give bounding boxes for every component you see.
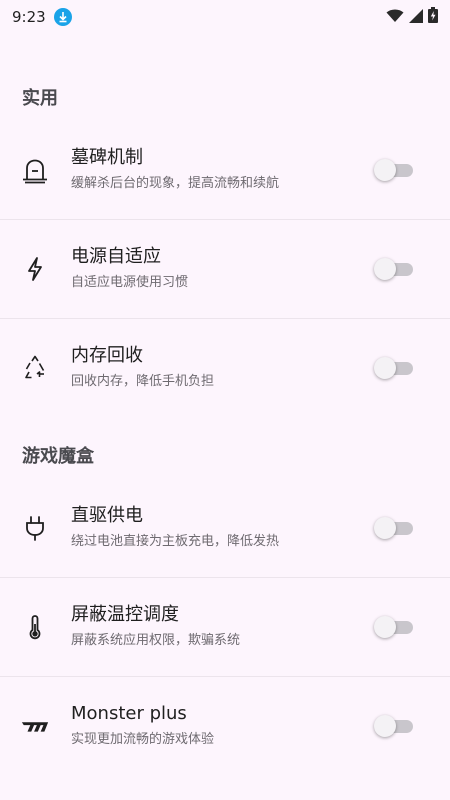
status-time: 9:23 — [12, 8, 46, 26]
tombstone-toggle-switch[interactable] — [373, 158, 415, 182]
switch-thumb — [374, 357, 396, 379]
setting-title: 直驱供电 — [71, 505, 143, 526]
recycle-icon — [20, 353, 50, 383]
thermometer-icon — [20, 612, 50, 642]
setting-texts: 直驱供电 绕过电池直接为主板充电，降低发热 — [71, 504, 279, 552]
setting-row-direct-power[interactable]: 直驱供电 绕过电池直接为主板充电，降低发热 — [0, 479, 450, 577]
setting-title: 屏蔽温控调度 — [71, 604, 179, 625]
screen: 9:23 实用 墓碑机制 缓解杀后台的现象，提高流畅和续航 电源自适应 自适应电… — [0, 0, 450, 800]
status-icons — [386, 7, 438, 27]
lightning-icon — [20, 254, 50, 284]
setting-texts: 屏蔽温控调度 屏蔽系统应用权限，欺骗系统 — [71, 603, 240, 651]
switch-thumb — [374, 258, 396, 280]
setting-subtitle: 屏蔽系统应用权限，欺骗系统 — [71, 633, 241, 648]
setting-row-monster-plus[interactable]: Monster plus 实现更加流畅的游戏体验 — [0, 677, 450, 775]
setting-row-power-adaptive[interactable]: 电源自适应 自适应电源使用习惯 — [0, 220, 450, 318]
thermal-block-toggle-switch[interactable] — [373, 615, 415, 639]
tombstone-icon — [20, 155, 50, 185]
power-plug-icon — [20, 513, 50, 543]
setting-subtitle: 回收内存，降低手机负担 — [71, 374, 215, 389]
monster-logo-icon — [20, 711, 50, 741]
direct-power-toggle-switch[interactable] — [373, 516, 415, 540]
battery-charging-icon — [428, 7, 438, 27]
setting-texts: 电源自适应 自适应电源使用习惯 — [71, 245, 188, 293]
setting-title: Monster plus — [71, 703, 187, 724]
setting-title: 内存回收 — [71, 345, 143, 366]
setting-subtitle: 实现更加流畅的游戏体验 — [71, 732, 215, 747]
memory-recycle-toggle-switch[interactable] — [373, 356, 415, 380]
setting-title: 电源自适应 — [71, 246, 161, 267]
switch-thumb — [374, 616, 396, 638]
setting-row-tombstone[interactable]: 墓碑机制 缓解杀后台的现象，提高流畅和续航 — [0, 121, 450, 219]
setting-texts: Monster plus 实现更加流畅的游戏体验 — [71, 702, 214, 750]
monster-plus-toggle-switch[interactable] — [373, 714, 415, 738]
setting-title: 墓碑机制 — [71, 147, 143, 168]
power-adaptive-toggle-switch[interactable] — [373, 257, 415, 281]
setting-subtitle: 自适应电源使用习惯 — [71, 275, 189, 290]
section-header-utility: 实用 — [22, 88, 58, 109]
section-header-game-box: 游戏魔盒 — [22, 446, 94, 467]
setting-row-memory-recycle[interactable]: 内存回收 回收内存，降低手机负担 — [0, 319, 450, 417]
setting-texts: 内存回收 回收内存，降低手机负担 — [71, 344, 214, 392]
switch-thumb — [374, 517, 396, 539]
switch-thumb — [374, 715, 396, 737]
setting-subtitle: 绕过电池直接为主板充电，降低发热 — [71, 534, 280, 549]
wifi-icon — [386, 8, 404, 27]
signal-icon — [409, 8, 423, 27]
status-bar: 9:23 — [0, 0, 450, 34]
download-notification-icon — [53, 8, 72, 26]
setting-subtitle: 缓解杀后台的现象，提高流畅和续航 — [71, 176, 280, 191]
setting-row-thermal-block[interactable]: 屏蔽温控调度 屏蔽系统应用权限，欺骗系统 — [0, 578, 450, 676]
setting-texts: 墓碑机制 缓解杀后台的现象，提高流畅和续航 — [71, 146, 279, 194]
switch-thumb — [374, 159, 396, 181]
